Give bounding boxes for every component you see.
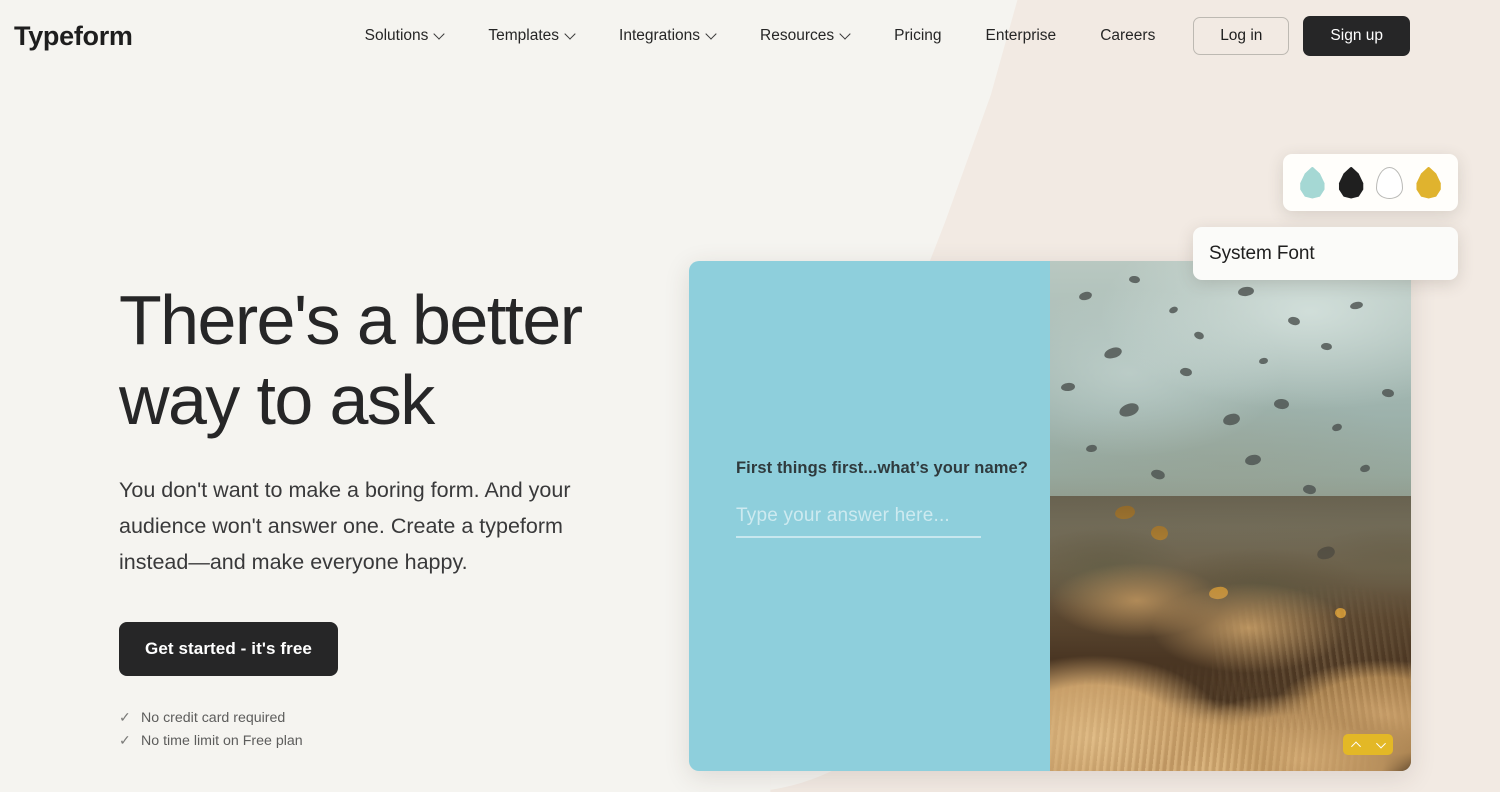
form-answer-placeholder: Type your answer here... bbox=[736, 505, 950, 526]
chevron-down-icon bbox=[435, 30, 444, 39]
chevron-down-icon bbox=[841, 30, 850, 39]
color-swatch-picker[interactable] bbox=[1283, 154, 1458, 211]
coral-texture-layer-secondary bbox=[1212, 526, 1411, 731]
form-answer-field[interactable]: Type your answer here... bbox=[736, 505, 981, 538]
perk-label: No credit card required bbox=[141, 709, 286, 726]
nav-item-label: Integrations bbox=[619, 27, 701, 44]
fish-silhouette bbox=[1273, 398, 1290, 410]
nav-item-resources[interactable]: Resources bbox=[738, 19, 872, 53]
hero-section: There's a better way to ask You don't wa… bbox=[119, 280, 679, 749]
chevron-down-icon bbox=[566, 30, 575, 39]
check-icon: ✓ bbox=[119, 709, 131, 725]
font-picker-value: System Font bbox=[1209, 242, 1315, 264]
nav-item-pricing[interactable]: Pricing bbox=[872, 19, 963, 53]
form-question-text: First things first...what’s your name? bbox=[736, 459, 1028, 477]
hero-perks-list: ✓ No credit card required ✓ No time limi… bbox=[119, 709, 679, 749]
color-drop-icon-white[interactable] bbox=[1376, 166, 1404, 199]
nav-item-solutions[interactable]: Solutions bbox=[343, 19, 467, 53]
nav-item-integrations[interactable]: Integrations bbox=[597, 19, 738, 53]
chevron-down-icon bbox=[1375, 738, 1386, 749]
form-question-pane: First things first...what’s your name? T… bbox=[689, 261, 1050, 771]
form-nav-up-button[interactable] bbox=[1343, 734, 1368, 755]
fish-silhouette bbox=[1320, 342, 1333, 351]
nav-item-label: Templates bbox=[488, 27, 560, 44]
hero-title: There's a better way to ask bbox=[119, 280, 679, 440]
signup-button[interactable]: Sign up bbox=[1303, 16, 1410, 56]
nav-item-enterprise[interactable]: Enterprise bbox=[964, 19, 1079, 53]
login-button[interactable]: Log in bbox=[1193, 17, 1290, 55]
color-drop-icon-black[interactable] bbox=[1338, 166, 1364, 199]
site-header: Typeform Solutions Templates Integration… bbox=[0, 0, 1500, 72]
chevron-up-icon bbox=[1350, 740, 1361, 751]
color-drop-icon-gold[interactable] bbox=[1416, 166, 1441, 199]
perk-item: ✓ No credit card required bbox=[119, 709, 679, 726]
underwater-reef-photo bbox=[1050, 261, 1411, 771]
perk-label: No time limit on Free plan bbox=[141, 732, 303, 749]
hero-subtitle: You don't want to make a boring form. An… bbox=[119, 478, 571, 574]
form-answer-underline bbox=[736, 536, 981, 538]
header-actions: Log in Sign up bbox=[1193, 16, 1410, 56]
hero-title-line-2: way to ask bbox=[119, 361, 435, 439]
main-navigation: Solutions Templates Integrations Resourc… bbox=[343, 19, 1178, 53]
nav-item-label: Resources bbox=[760, 27, 835, 44]
form-navigation-controls bbox=[1343, 734, 1393, 755]
typeform-logo[interactable]: Typeform bbox=[14, 21, 133, 52]
color-drop-icon-teal[interactable] bbox=[1300, 166, 1325, 199]
nav-item-label: Pricing bbox=[894, 27, 942, 44]
chevron-down-icon bbox=[707, 30, 716, 39]
product-preview-card[interactable]: First things first...what’s your name? T… bbox=[689, 261, 1411, 771]
nav-item-label: Solutions bbox=[364, 27, 429, 44]
nav-item-templates[interactable]: Templates bbox=[466, 19, 597, 53]
form-nav-down-button[interactable] bbox=[1368, 734, 1393, 755]
hero-title-line-1: There's a better bbox=[119, 281, 583, 359]
nav-item-label: Enterprise bbox=[985, 27, 1057, 44]
font-picker[interactable]: System Font bbox=[1193, 227, 1458, 280]
nav-item-label: Careers bbox=[1100, 27, 1156, 44]
check-icon: ✓ bbox=[119, 732, 131, 748]
perk-item: ✓ No time limit on Free plan bbox=[119, 732, 679, 749]
nav-item-careers[interactable]: Careers bbox=[1078, 19, 1177, 53]
get-started-button[interactable]: Get started - it's free bbox=[119, 622, 338, 676]
